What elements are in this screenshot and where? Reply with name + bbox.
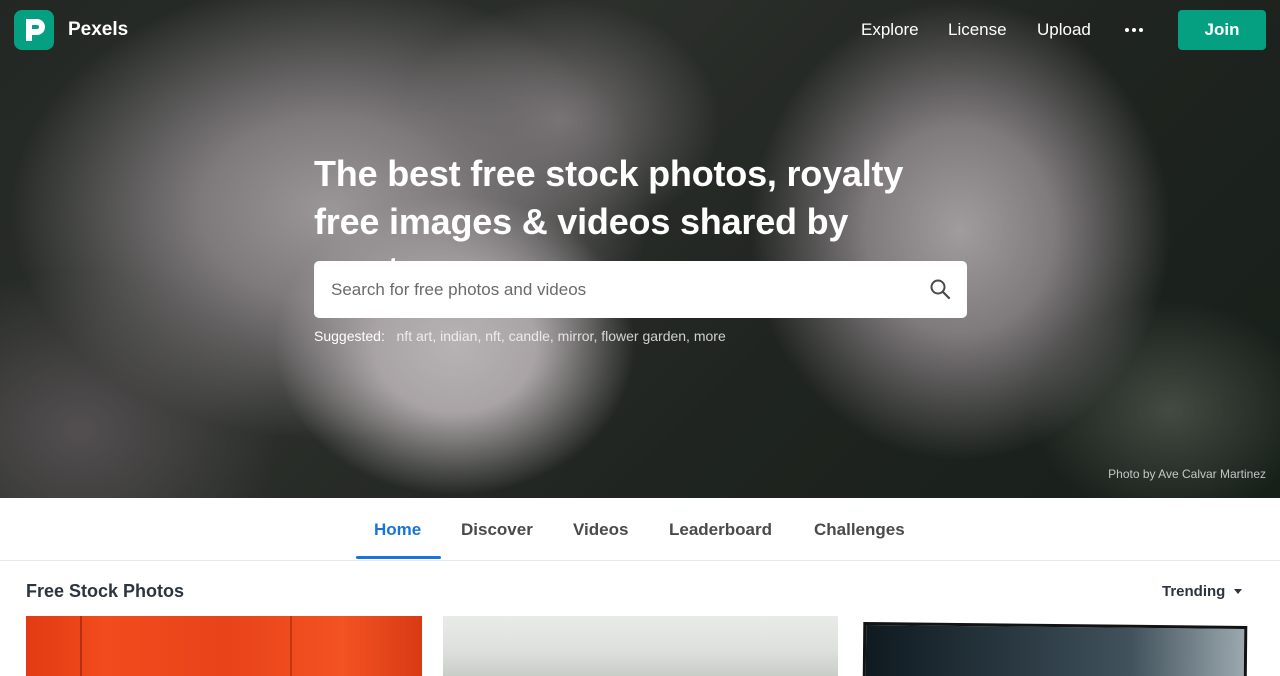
hero-content: The best free stock photos, royalty free… [314, 150, 974, 344]
tab-leaderboard[interactable]: Leaderboard [669, 520, 772, 540]
tab-home[interactable]: Home [374, 520, 421, 540]
search-input[interactable] [314, 261, 914, 318]
join-button[interactable]: Join [1178, 10, 1266, 50]
photo-card[interactable] [26, 616, 422, 676]
hero-banner: Pexels Explore License Upload Join The b… [0, 0, 1280, 498]
top-navigation: Pexels Explore License Upload Join [0, 0, 1280, 60]
sort-dropdown[interactable]: Trending [1162, 583, 1252, 603]
search-bar [314, 261, 967, 318]
brand-name[interactable]: Pexels [68, 19, 128, 41]
photo-card[interactable] [859, 616, 1255, 676]
suggestion-link[interactable]: indian [440, 328, 477, 344]
section-title: Free Stock Photos [26, 581, 185, 601]
more-horizontal-icon[interactable] [1124, 21, 1144, 39]
suggestion-link[interactable]: nft [485, 328, 501, 344]
nav-upload[interactable]: Upload [1037, 20, 1091, 40]
pexels-logo[interactable] [14, 10, 54, 50]
nav-license[interactable]: License [948, 20, 1007, 40]
search-icon[interactable] [928, 277, 952, 301]
photo-card[interactable] [443, 616, 838, 676]
suggested-label: Suggested: [314, 328, 385, 344]
photo-credit[interactable]: Photo by Ave Calvar Martinez [1108, 467, 1266, 481]
logo-mark-icon [26, 19, 45, 41]
suggestion-more-link[interactable]: more [694, 328, 726, 344]
nav-explore[interactable]: Explore [861, 20, 919, 40]
suggestion-link[interactable]: flower garden [601, 328, 686, 344]
suggestion-link[interactable]: nft art [397, 328, 433, 344]
suggested-searches: Suggested: nft art, indian, nft, candle,… [314, 328, 726, 344]
suggestion-link[interactable]: candle [509, 328, 550, 344]
tab-challenges[interactable]: Challenges [814, 520, 905, 540]
main-tabs: Home Discover Videos Leaderboard Challen… [0, 498, 1280, 561]
chevron-down-icon [1234, 589, 1242, 594]
sort-label: Trending [1162, 583, 1226, 600]
suggestion-link[interactable]: mirror [558, 328, 594, 344]
active-tab-indicator [356, 556, 441, 559]
tab-videos[interactable]: Videos [573, 520, 628, 540]
tab-discover[interactable]: Discover [461, 520, 533, 540]
